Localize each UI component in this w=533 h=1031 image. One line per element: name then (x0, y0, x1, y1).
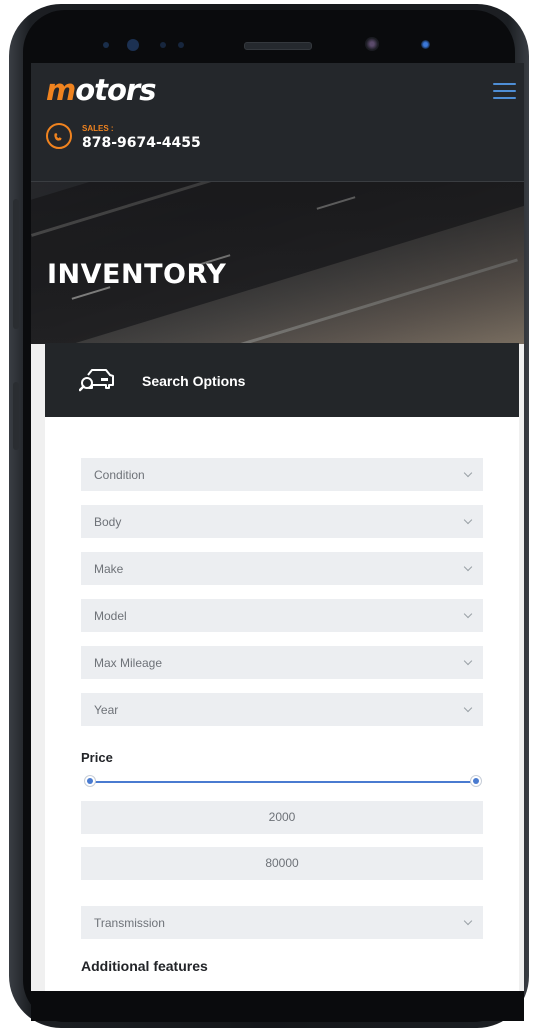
chevron-down-icon (463, 515, 473, 525)
page-title: INVENTORY (47, 259, 227, 290)
phone-icon (46, 123, 72, 149)
condition-select[interactable]: Condition (81, 458, 483, 491)
sensor-dot (103, 42, 109, 48)
chevron-down-icon (463, 703, 473, 713)
front-sensor (421, 40, 430, 49)
chevron-down-icon (463, 562, 473, 572)
sales-label: SALES : (82, 124, 114, 133)
chevron-down-icon (463, 609, 473, 619)
phone-bottom-bezel (31, 991, 524, 1021)
price-max-value: 80000 (265, 856, 299, 870)
additional-features-label: Additional features (81, 958, 208, 974)
sensor-dot (178, 42, 184, 48)
chevron-down-icon (463, 916, 473, 926)
phone-handset-glyph (54, 133, 62, 141)
year-select[interactable]: Year (81, 693, 483, 726)
sensor-dot (160, 42, 166, 48)
search-options-header[interactable]: Search Options (45, 343, 519, 417)
motors-logo[interactable]: motors (46, 73, 157, 107)
make-select[interactable]: Make (81, 552, 483, 585)
sensor-dot (127, 39, 139, 51)
menu-bar (493, 90, 516, 92)
model-select[interactable]: Model (81, 599, 483, 632)
chevron-down-icon (463, 468, 473, 478)
max-mileage-select[interactable]: Max Mileage (81, 646, 483, 679)
price-label: Price (81, 750, 113, 765)
price-max-handle[interactable] (470, 775, 482, 787)
transmission-select[interactable]: Transmission (81, 906, 483, 939)
select-label: Condition (94, 468, 145, 482)
menu-bar (493, 97, 516, 99)
search-options-title: Search Options (142, 373, 246, 389)
price-min-value: 2000 (268, 810, 296, 824)
phone-top-bar (23, 10, 515, 66)
select-label: Year (94, 703, 119, 717)
logo-accent-letter: m (46, 73, 76, 107)
hero-banner: INVENTORY (31, 182, 524, 344)
chevron-down-icon (463, 656, 473, 666)
search-options-panel: Search Options Condition Body Make Model… (45, 343, 519, 991)
body-select[interactable]: Body (81, 505, 483, 538)
phone-side-button (13, 382, 19, 450)
price-min-input[interactable]: 2000 (81, 801, 483, 834)
hamburger-menu-icon[interactable] (493, 83, 516, 101)
price-range-track[interactable] (90, 781, 476, 783)
sales-phone-number[interactable]: 878-9674-4455 (82, 135, 201, 151)
price-min-handle[interactable] (84, 775, 96, 787)
select-label: Make (94, 562, 124, 576)
select-label: Transmission (94, 916, 165, 930)
phone-screen: motors SALES : 878-9674-4455 INVENTORY S… (31, 63, 524, 991)
price-max-input[interactable]: 80000 (81, 847, 483, 880)
phone-side-button (13, 199, 19, 329)
car-search-icon (79, 369, 114, 392)
select-label: Model (94, 609, 127, 623)
earpiece-speaker (244, 42, 312, 50)
front-camera (365, 37, 379, 51)
menu-bar (493, 83, 516, 85)
logo-text: otors (75, 73, 156, 107)
select-label: Body (94, 515, 122, 529)
select-label: Max Mileage (94, 656, 163, 670)
site-header: motors SALES : 878-9674-4455 (31, 63, 524, 182)
